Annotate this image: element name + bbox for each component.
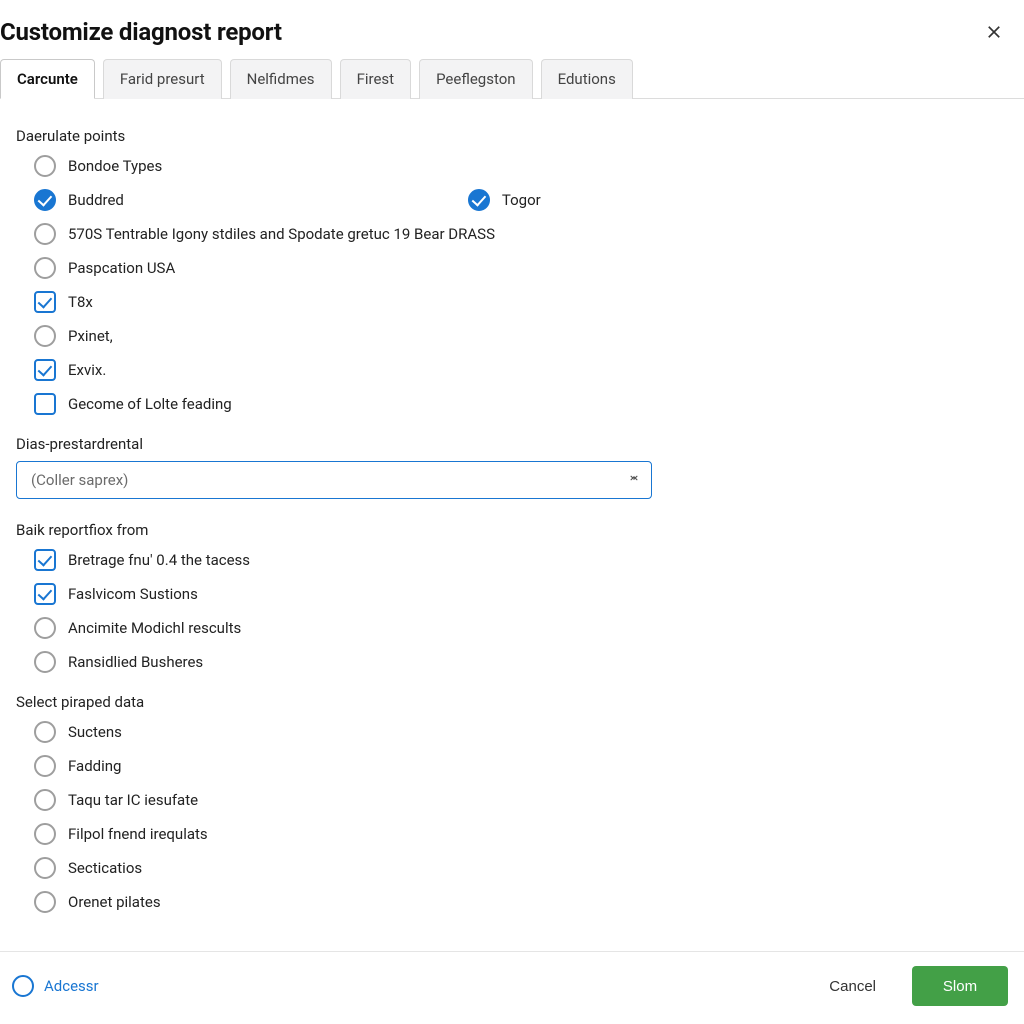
tab-row: Carcunte Farid presurt Nelfidmes Firest … xyxy=(0,58,1024,99)
option-bretrage[interactable]: Bretrage fnu' 0.4 the tacess xyxy=(34,547,1008,573)
section-daerulate-heading: Daerulate points xyxy=(16,127,1008,145)
checkbox-icon xyxy=(34,583,56,605)
radio-icon xyxy=(34,257,56,279)
dialog-title: Customize diagnost report xyxy=(0,18,282,46)
section-select-piraped-list: Suctens Fadding Taqu tar IС iesufate Fil… xyxy=(16,719,1008,915)
option-label: Suctens xyxy=(68,723,122,741)
option-label: Gecome of Lolte feading xyxy=(68,395,232,413)
radio-icon[interactable] xyxy=(468,189,490,211)
option-exvix[interactable]: Exvix. xyxy=(34,357,1008,383)
radio-icon xyxy=(34,789,56,811)
checkbox-icon xyxy=(34,359,56,381)
option-secticatios[interactable]: Secticatios xyxy=(34,855,1008,881)
option-label: Bondoe Types xyxy=(68,157,162,175)
checkbox-icon xyxy=(34,549,56,571)
option-buddred-label[interactable]: Buddred xyxy=(68,191,124,209)
radio-icon xyxy=(34,755,56,777)
option-faslvicom[interactable]: Faslvicom Sustions xyxy=(34,581,1008,607)
radio-icon xyxy=(34,857,56,879)
option-label: Pxinet, xyxy=(68,327,113,345)
radio-icon xyxy=(34,651,56,673)
dialog-footer: Adcessr Cancel Slom xyxy=(0,951,1024,1024)
section-baik-list: Bretrage fnu' 0.4 the tacess Faslvicom S… xyxy=(16,547,1008,675)
radio-icon xyxy=(34,617,56,639)
option-paspcation-usa[interactable]: Paspcation USA xyxy=(34,255,1008,281)
option-suctens[interactable]: Suctens xyxy=(34,719,1008,745)
option-taqu-tar[interactable]: Taqu tar IС iesufate xyxy=(34,787,1008,813)
option-buddred-togor-row: Buddred Togor xyxy=(34,187,1008,213)
close-icon xyxy=(985,23,1003,41)
option-label: Orenet pilates xyxy=(68,893,161,911)
section-diasprestard-heading: Dias-prestardrental xyxy=(16,435,1008,453)
option-fadding[interactable]: Fadding xyxy=(34,753,1008,779)
radio-icon[interactable] xyxy=(34,189,56,211)
option-togor-label[interactable]: Togor xyxy=(502,191,541,209)
option-label: Bretrage fnu' 0.4 the tacess xyxy=(68,551,250,569)
option-t8x[interactable]: T8x xyxy=(34,289,1008,315)
tab-carcunte[interactable]: Carcunte xyxy=(0,59,95,99)
option-label: Paspcation USA xyxy=(68,259,175,277)
option-label: Secticatios xyxy=(68,859,142,877)
cancel-button[interactable]: Cancel xyxy=(807,966,898,1006)
dialog-body: Daerulate points Bondoe Types Buddred To… xyxy=(0,99,1024,951)
radio-icon xyxy=(34,823,56,845)
option-label: Fadding xyxy=(68,757,121,775)
option-label: Ransidlied Busheres xyxy=(68,653,203,671)
option-label: Exvix. xyxy=(68,361,106,379)
option-label: 570S Tentrable Igony stdiles and Spodate… xyxy=(68,225,495,243)
tab-nelfidmes[interactable]: Nelfidmes xyxy=(230,59,332,99)
option-label: Taqu tar IС iesufate xyxy=(68,791,198,809)
option-570s-tentrable[interactable]: 570S Tentrable Igony stdiles and Spodate… xyxy=(34,221,1008,247)
radio-icon xyxy=(34,721,56,743)
ring-icon[interactable] xyxy=(12,975,34,997)
option-pxinet[interactable]: Pxinet, xyxy=(34,323,1008,349)
option-label: Filpol fnend irequlats xyxy=(68,825,208,843)
tab-farid[interactable]: Farid presurt xyxy=(103,59,222,99)
option-ransidlied[interactable]: Ransidlied Busheres xyxy=(34,649,1008,675)
dialog-customize-report: Customize diagnost report Carcunte Farid… xyxy=(0,0,1024,1024)
tab-firest[interactable]: Firest xyxy=(340,59,412,99)
radio-icon xyxy=(34,891,56,913)
option-ancimite[interactable]: Ancimite Modichl rescults xyxy=(34,615,1008,641)
radio-icon xyxy=(34,223,56,245)
close-button[interactable] xyxy=(980,18,1008,46)
option-orenet[interactable]: Orenet pilates xyxy=(34,889,1008,915)
radio-icon xyxy=(34,155,56,177)
select-diasprestard[interactable]: (Coller saprex) xyxy=(16,461,652,499)
option-gecome-lolte[interactable]: Gecome of Lolte feading xyxy=(34,391,1008,417)
option-label: T8x xyxy=(68,293,93,311)
chevron-down-icon xyxy=(627,471,641,489)
tab-edutions[interactable]: Edutions xyxy=(541,59,633,99)
select-value: (Coller saprex) xyxy=(31,471,128,489)
section-daerulate-list: Bondoe Types Buddred Togor 570S Tentrabl… xyxy=(16,153,1008,417)
footer-right: Cancel Slom xyxy=(807,966,1008,1006)
footer-left: Adcessr xyxy=(12,975,99,997)
section-baik-heading: Baik reportfiox from xyxy=(16,521,1008,539)
tab-peeflegston[interactable]: Peeflegston xyxy=(419,59,533,99)
radio-icon xyxy=(34,325,56,347)
option-bondoe-types[interactable]: Bondoe Types xyxy=(34,153,1008,179)
checkbox-icon xyxy=(34,393,56,415)
option-label: Faslvicom Sustions xyxy=(68,585,198,603)
option-label: Ancimite Modichl rescults xyxy=(68,619,241,637)
checkbox-icon xyxy=(34,291,56,313)
option-filpol[interactable]: Filpol fnend irequlats xyxy=(34,821,1008,847)
dialog-header: Customize diagnost report xyxy=(0,0,1024,58)
footer-adcessr-link[interactable]: Adcessr xyxy=(44,977,99,995)
primary-button[interactable]: Slom xyxy=(912,966,1008,1006)
select-diasprestard-wrap: (Coller saprex) xyxy=(16,461,1008,499)
section-select-piraped-heading: Select piraped data xyxy=(16,693,1008,711)
